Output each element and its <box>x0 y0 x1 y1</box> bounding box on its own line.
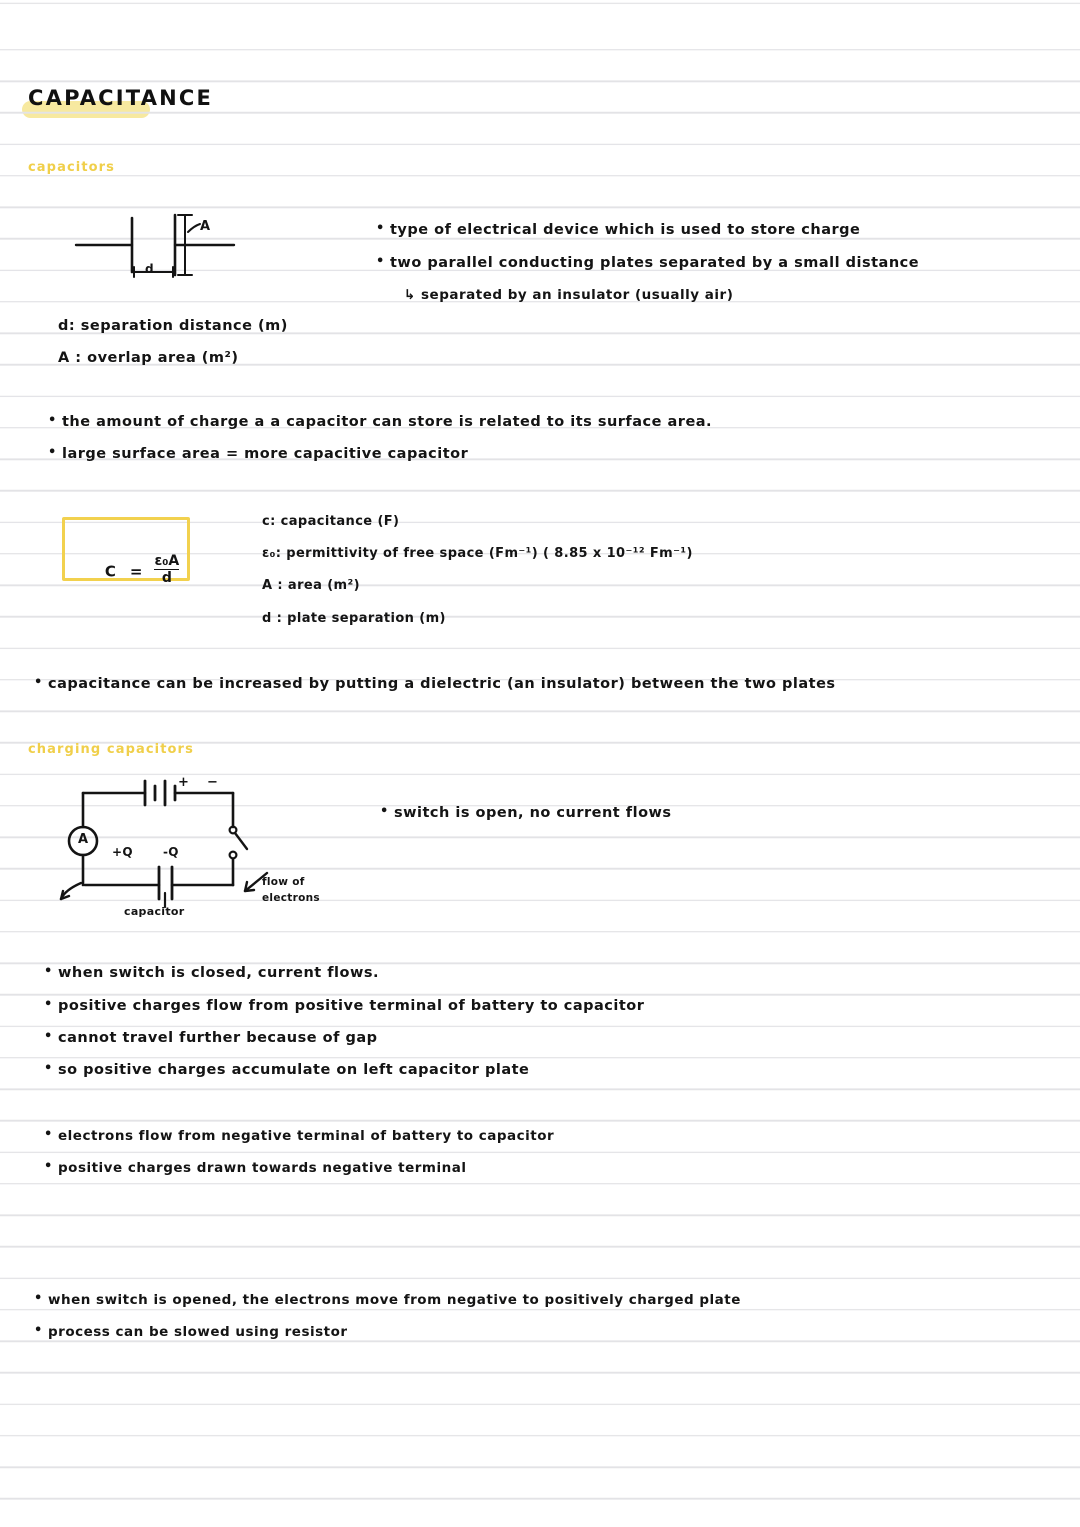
key-permittivity: ε₀: permittivity of free space (Fm⁻¹) ( … <box>262 546 693 561</box>
bullet-capacitor-definition: type of electrical device which is used … <box>376 221 860 238</box>
page-title: CAPACITANCE <box>28 86 214 110</box>
key-capacitance: c: capacitance (F) <box>262 514 400 529</box>
bullet-charges-accumulate: so positive charges accumulate on left c… <box>44 1061 529 1078</box>
bullet-switch-closed: when switch is closed, current flows. <box>44 964 379 981</box>
bullet-positive-charges-flow: positive charges flow from positive term… <box>44 997 644 1014</box>
label-separation-d: d <box>145 262 154 276</box>
key-plate-separation: d : plate separation (m) <box>262 611 446 626</box>
label-flow-of-electrons-line2: electrons <box>262 892 320 904</box>
bullet-electrons-flow: electrons flow from negative terminal of… <box>44 1127 554 1144</box>
label-plate-negative: -Q <box>163 845 179 859</box>
label-battery-positive: + <box>178 775 190 790</box>
bullet-large-surface-area: large surface area = more capacitive cap… <box>48 445 468 462</box>
formula-fraction: ε₀A d <box>154 553 180 586</box>
label-capacitor: capacitor <box>124 905 185 918</box>
label-flow-of-electrons-line1: flow of <box>262 876 305 888</box>
section-heading-capacitors: capacitors <box>28 160 116 175</box>
capacitance-formula: C = ε₀A d <box>84 538 180 606</box>
label-plate-positive: +Q <box>112 845 133 859</box>
key-area: A : area (m²) <box>262 578 360 593</box>
bullet-switch-opened: when switch is opened, the electrons mov… <box>34 1291 741 1308</box>
label-battery-negative: − <box>207 775 219 790</box>
section-heading-charging-capacitors: charging capacitors <box>28 742 194 757</box>
formula-equals: = <box>129 562 143 581</box>
parallel-plate-capacitor-diagram <box>74 213 236 278</box>
bullet-switch-open: switch is open, no current flows <box>380 804 672 821</box>
bullet-dielectric: capacitance can be increased by putting … <box>34 675 836 692</box>
subbullet-insulator: ↳ separated by an insulator (usually air… <box>404 287 734 303</box>
label-ammeter: A <box>78 832 89 847</box>
bullet-charges-drawn: positive charges drawn towards negative … <box>44 1159 466 1176</box>
notes-content: CAPACITANCE capacitors A d type of elect… <box>0 0 1080 1527</box>
formula-numerator: ε₀A <box>154 553 180 569</box>
bullet-process-slowed-resistor: process can be slowed using resistor <box>34 1323 348 1340</box>
definition-overlap-area: A : overlap area (m²) <box>58 350 239 366</box>
formula-denominator: d <box>154 568 180 586</box>
label-area-A: A <box>200 219 211 234</box>
formula-lhs: C <box>104 562 116 581</box>
bullet-cannot-travel-gap: cannot travel further because of gap <box>44 1029 378 1046</box>
bullet-parallel-plates: two parallel conducting plates separated… <box>376 254 919 271</box>
bullet-charge-surface-area: the amount of charge a a capacitor can s… <box>48 413 712 430</box>
definition-separation-distance: d: separation distance (m) <box>58 318 288 334</box>
